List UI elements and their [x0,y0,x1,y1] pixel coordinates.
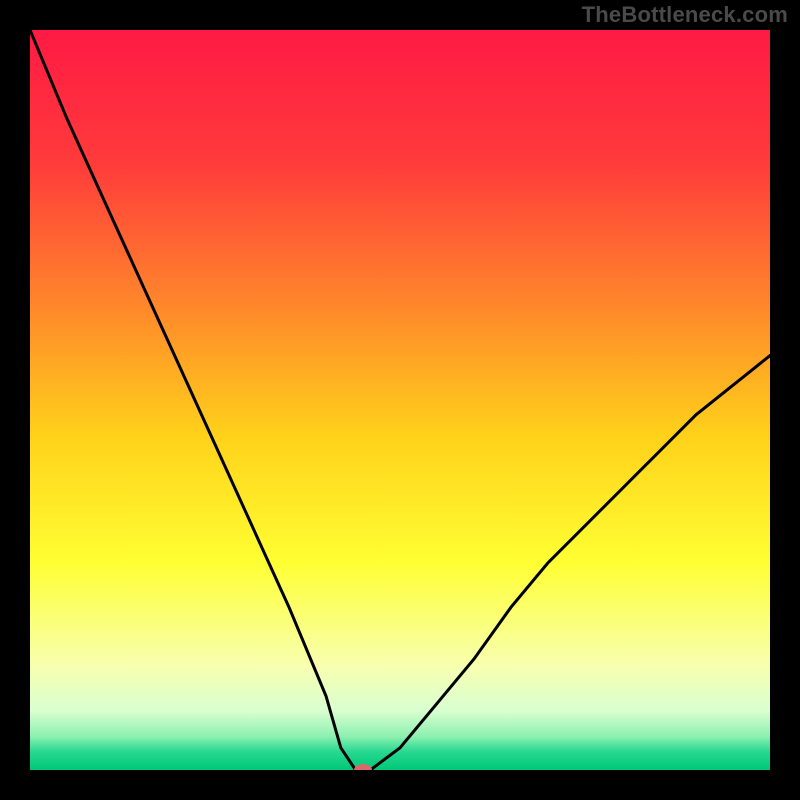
gradient-background [30,30,770,770]
chart-frame: TheBottleneck.com [0,0,800,800]
chart-svg [30,30,770,770]
plot-area [30,30,770,770]
watermark-text: TheBottleneck.com [582,2,788,28]
